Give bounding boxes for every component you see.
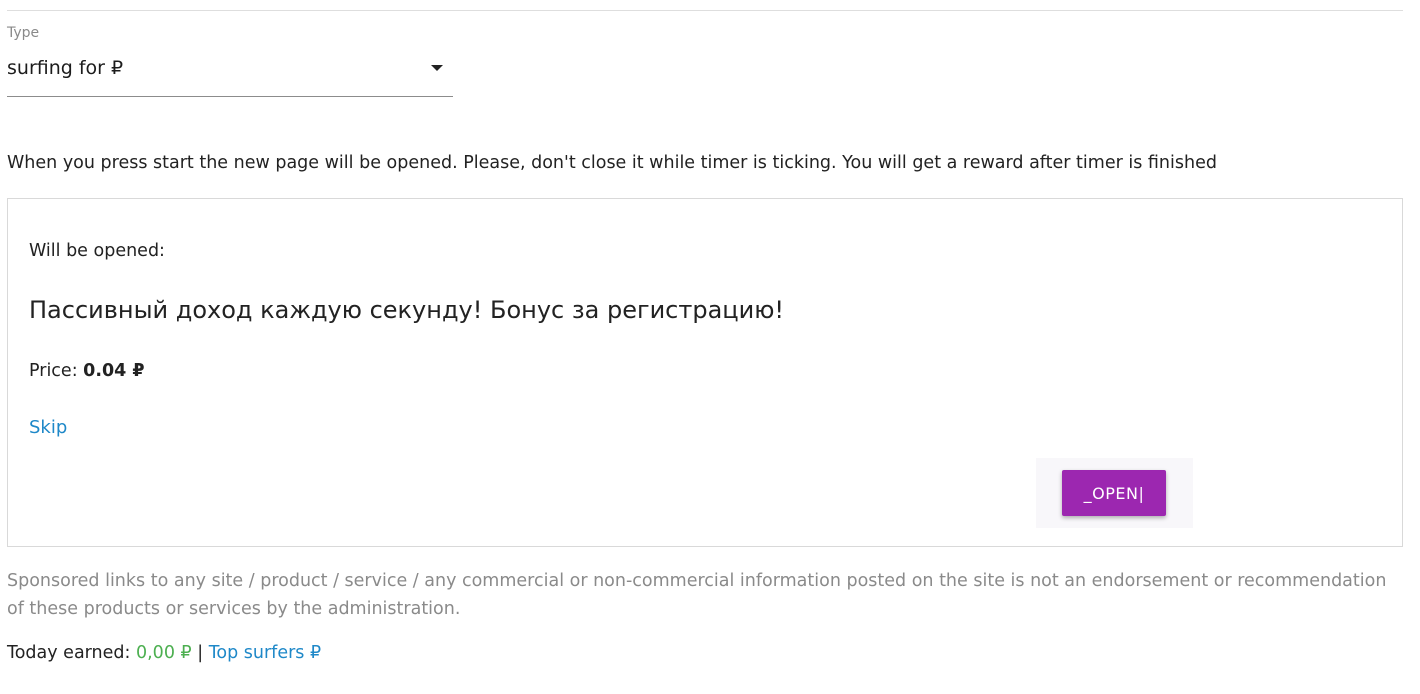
chevron-down-icon [431,65,443,71]
top-divider [7,10,1403,11]
type-select[interactable]: surfing for ₽ [7,57,453,97]
price-label: Price: [29,361,84,381]
footer: Today earned: 0,00 ₽ | Top surfers ₽ [7,643,321,663]
footer-separator: | [191,643,209,663]
today-earned-value: 0,00 ₽ [135,643,192,663]
type-field: Type surfing for ₽ [7,25,453,97]
type-selected-value: surfing for ₽ [7,57,124,79]
open-button[interactable]: _OPEN| [1062,470,1166,516]
surf-card: Will be opened: Пассивный доход каждую с… [7,198,1403,547]
price-line: Price: 0.04 ₽ [29,361,145,381]
top-surfers-link[interactable]: Top surfers ₽ [209,643,321,663]
price-value: 0.04 ₽ [83,361,145,381]
will-open-label: Will be opened: [29,241,165,261]
ad-title: Пассивный доход каждую секунду! Бонус за… [29,296,785,324]
disclaimer-text: Sponsored links to any site / product / … [7,571,1387,619]
today-earned-label: Today earned: [7,643,136,663]
type-label: Type [7,25,40,41]
skip-link[interactable]: Skip [29,417,67,438]
instructions-text: When you press start the new page will b… [7,153,1217,173]
